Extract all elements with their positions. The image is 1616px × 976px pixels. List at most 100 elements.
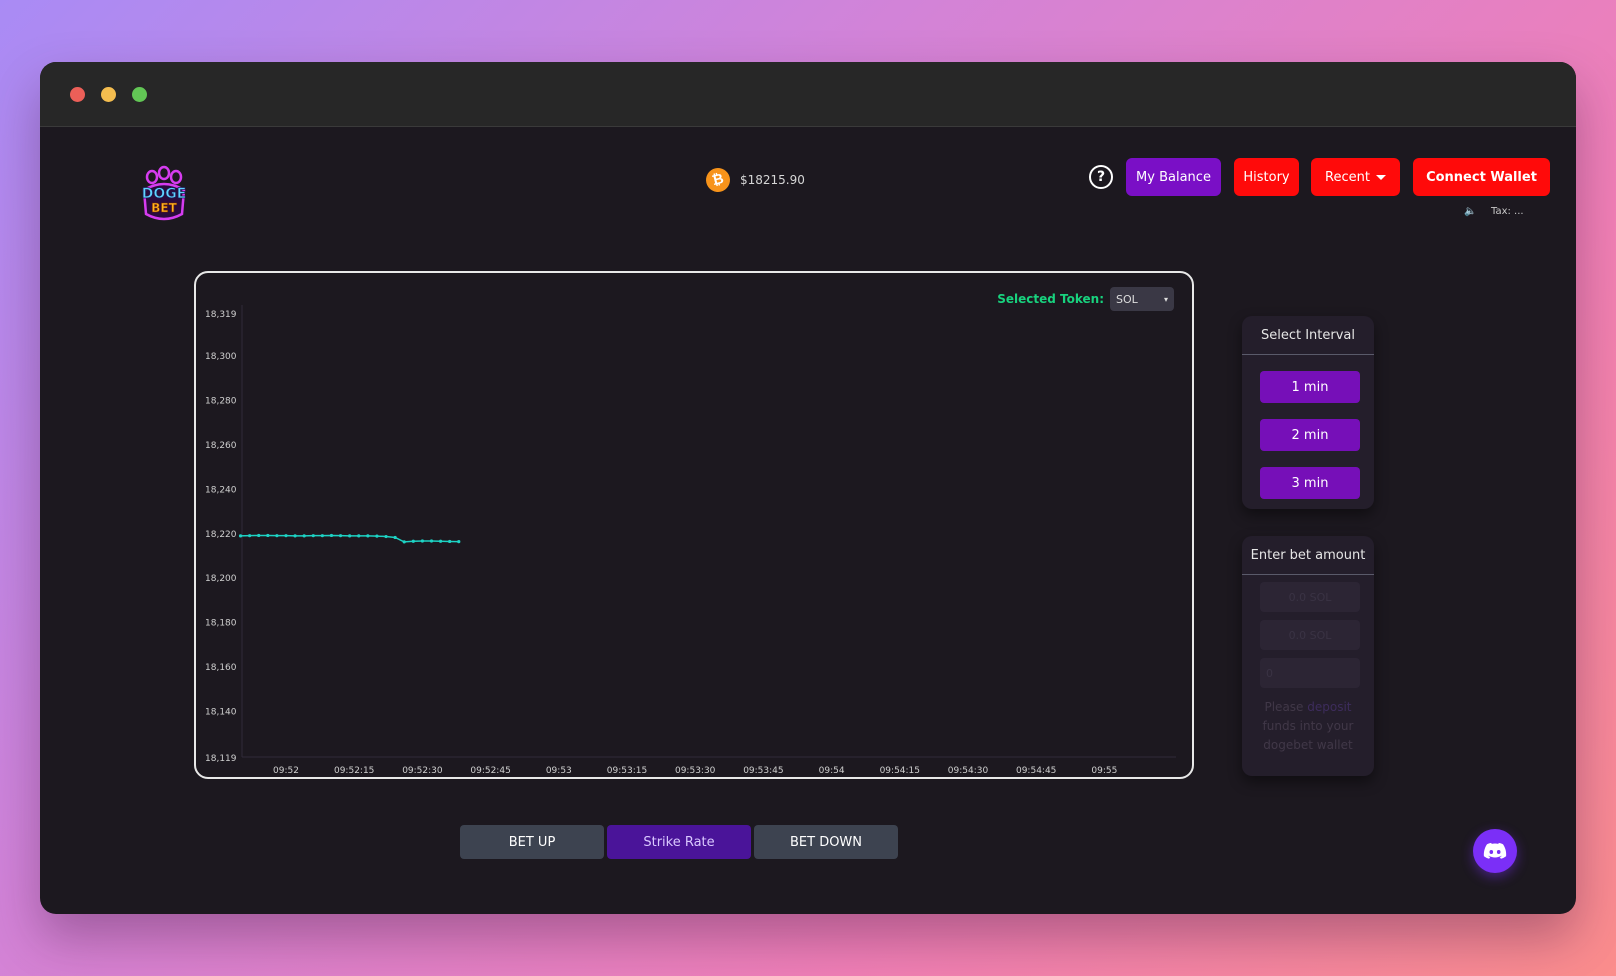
strike-rate-button[interactable]: Strike Rate <box>607 825 751 859</box>
price-point <box>348 534 352 538</box>
price-point <box>357 534 361 538</box>
bet-amount-title: Enter bet amount <box>1242 536 1374 575</box>
price-point <box>411 539 415 543</box>
minimize-window-button[interactable] <box>101 87 116 102</box>
price-point <box>293 534 297 538</box>
svg-text:BET: BET <box>151 201 177 215</box>
interval-card: Select Interval 1 min 2 min 3 min <box>1242 316 1374 509</box>
y-tick-label: 18,119 <box>205 754 237 764</box>
bet-amount-input[interactable]: 0 <box>1260 658 1360 688</box>
btc-price-value: $18215.90 <box>740 173 805 187</box>
interval-1min-button[interactable]: 1 min <box>1260 371 1360 403</box>
price-point <box>420 539 424 543</box>
price-point <box>384 534 388 539</box>
price-point <box>438 539 443 543</box>
price-point <box>257 533 261 538</box>
btc-price-ticker: ₿ $18215.90 <box>703 165 805 195</box>
svg-text:DOGE: DOGE <box>142 186 187 202</box>
price-point <box>375 534 379 538</box>
price-point <box>248 534 252 538</box>
deposit-link[interactable]: deposit <box>1307 700 1351 714</box>
interval-1min-label: 1 min <box>1291 379 1329 395</box>
speaker-icon[interactable]: 🔈 <box>1464 206 1476 217</box>
price-point <box>284 534 288 538</box>
x-tick-label: 09:54:45 <box>1016 766 1056 776</box>
bet-amount-placeholder: 0 <box>1266 666 1273 680</box>
strike-rate-label: Strike Rate <box>643 834 715 850</box>
interval-3min-button[interactable]: 3 min <box>1260 467 1360 499</box>
connect-wallet-button[interactable]: Connect Wallet <box>1413 158 1550 196</box>
deposit-note: Please deposit funds into your dogebet w… <box>1250 698 1366 755</box>
bet-preset-1-label: 0.0 SOL <box>1288 590 1332 604</box>
price-point <box>448 539 452 544</box>
title-bar <box>40 62 1576 127</box>
price-point <box>393 535 397 540</box>
token-selector: Selected Token: SOL ▾ <box>997 287 1174 311</box>
bet-down-label: BET DOWN <box>789 834 863 850</box>
bet-up-label: BET UP <box>508 834 556 850</box>
price-point <box>266 533 270 538</box>
dogebet-logo[interactable]: DOGE BET <box>130 164 198 224</box>
y-tick-label: 18,300 <box>205 352 237 362</box>
recent-dropdown-button[interactable]: Recent <box>1311 158 1400 196</box>
x-tick-label: 09:52:45 <box>470 766 510 776</box>
my-balance-button[interactable]: My Balance <box>1126 158 1221 196</box>
history-button[interactable]: History <box>1234 158 1299 196</box>
browser-window: DOGE BET ₿ $18215.90 ? My Balance Histor… <box>40 62 1576 914</box>
bet-amount-card: Enter bet amount 0.0 SOL 0.0 SOL 0 Pleas… <box>1242 536 1374 776</box>
price-point <box>302 534 306 538</box>
interval-2min-button[interactable]: 2 min <box>1260 419 1360 451</box>
y-tick-label: 18,220 <box>205 530 237 540</box>
price-point <box>320 534 324 538</box>
connect-wallet-label: Connect Wallet <box>1426 169 1537 185</box>
price-point <box>366 534 370 538</box>
price-chart-panel: 18,319 18,300 18,280 18,260 18,240 18,220 18,2… <box>194 271 1194 779</box>
interval-title: Select Interval <box>1242 316 1374 355</box>
question-circle-icon[interactable]: ? <box>1089 165 1113 189</box>
price-chart: 18,319 18,300 18,280 18,260 18,240 18,220 18,2… <box>205 305 1176 776</box>
y-tick-label: 18,180 <box>205 619 237 629</box>
price-point <box>402 540 406 544</box>
bet-down-button[interactable]: BET DOWN <box>754 825 898 859</box>
interval-3min-label: 3 min <box>1291 475 1329 491</box>
maximize-window-button[interactable] <box>132 87 147 102</box>
x-tick-label: 09:55 <box>1091 766 1117 776</box>
chevron-down-icon: ▾ <box>1163 294 1168 304</box>
price-point <box>238 534 243 538</box>
price-point <box>338 534 343 538</box>
x-tick-label: 09:53:45 <box>743 766 783 776</box>
deposit-note-suffix: funds into your dogebet wallet <box>1262 719 1354 752</box>
tax-status: Tax: ... <box>1491 206 1524 217</box>
caret-down-icon <box>1375 174 1386 180</box>
x-tick-label: 09:54 <box>819 766 845 776</box>
bet-preset-1[interactable]: 0.0 SOL <box>1260 582 1360 612</box>
x-tick-label: 09:53:15 <box>607 766 647 776</box>
x-tick-label: 09:53:30 <box>675 766 716 776</box>
bet-preset-2[interactable]: 0.0 SOL <box>1260 620 1360 650</box>
bet-up-button[interactable]: BET UP <box>460 825 604 859</box>
y-tick-label: 18,260 <box>205 441 237 451</box>
recent-label: Recent <box>1325 169 1370 185</box>
y-tick-label: 18,319 <box>205 310 237 320</box>
y-tick-label: 18,140 <box>205 707 237 717</box>
y-tick-label: 18,240 <box>205 485 237 495</box>
y-tick-label: 18,280 <box>205 397 237 407</box>
price-point <box>275 534 279 538</box>
price-point <box>329 533 334 538</box>
price-point <box>311 534 315 538</box>
price-point <box>457 540 461 544</box>
token-select[interactable]: SOL ▾ <box>1110 287 1174 311</box>
deposit-note-prefix: Please <box>1264 700 1308 714</box>
close-window-button[interactable] <box>70 87 85 102</box>
x-tick-label: 09:52 <box>273 766 299 776</box>
token-label: Selected Token: <box>997 292 1104 306</box>
bitcoin-icon: ₿ <box>703 165 733 195</box>
history-label: History <box>1243 169 1290 185</box>
price-point <box>429 539 434 543</box>
x-tick-label: 09:54:15 <box>880 766 920 776</box>
discord-icon <box>1483 842 1507 859</box>
interval-2min-label: 2 min <box>1291 427 1329 443</box>
token-value: SOL <box>1116 292 1138 306</box>
discord-button[interactable] <box>1473 829 1517 873</box>
y-tick-label: 18,160 <box>205 663 237 673</box>
